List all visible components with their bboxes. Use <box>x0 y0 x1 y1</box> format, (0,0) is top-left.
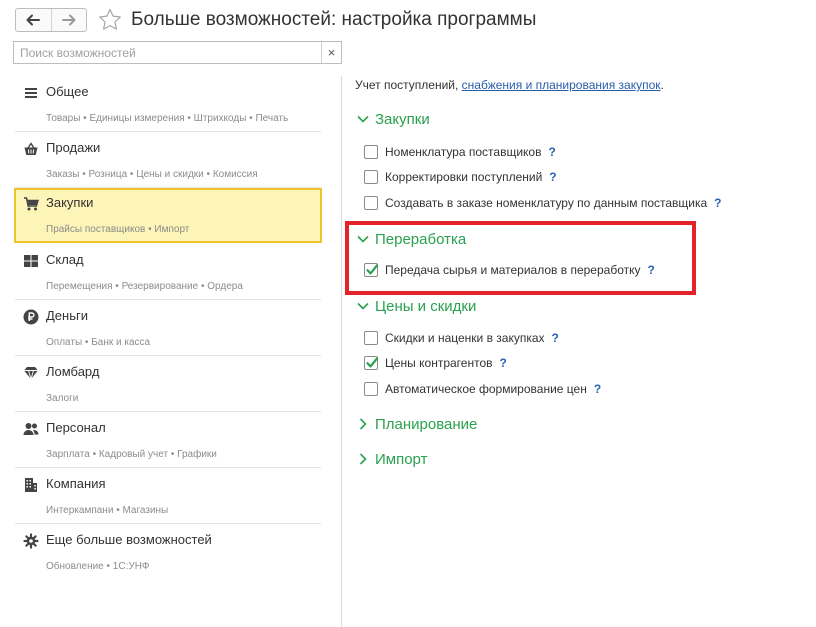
sidebar-item-title: Продажи <box>46 140 101 155</box>
navigation-buttons <box>15 8 87 32</box>
list-icon <box>23 85 39 101</box>
arrow-right-icon <box>61 14 76 26</box>
chevron-down-icon <box>357 302 369 310</box>
checkbox-checked[interactable] <box>364 356 379 370</box>
sidebar-item-title: Закупки <box>46 195 94 210</box>
option-raw-materials-transfer[interactable]: Передача сырья и материалов в переработк… <box>364 261 655 279</box>
ruble-icon <box>23 309 39 325</box>
section-header-purchases[interactable]: Закупки <box>356 109 430 129</box>
option-receipt-adjustments[interactable]: Корректировки поступлений ? <box>364 168 557 186</box>
sidebar-item-pawnshop[interactable]: Ломбард Залоги <box>14 357 322 412</box>
checkbox[interactable] <box>364 331 378 345</box>
sidebar-item-title: Общее <box>46 84 89 99</box>
sidebar: Общее Товары • Единицы измерения • Штрих… <box>0 76 342 627</box>
basket-icon <box>23 141 39 157</box>
sidebar-item-subtitle: Товары • Единицы измерения • Штрихкоды •… <box>46 113 289 124</box>
diamond-icon <box>23 365 39 381</box>
help-icon[interactable]: ? <box>647 263 654 277</box>
sidebar-item-warehouse[interactable]: Склад Перемещения • Резервирование • Орд… <box>14 245 322 300</box>
star-icon[interactable] <box>97 7 123 33</box>
checkbox[interactable] <box>364 145 378 159</box>
chevron-down-icon <box>357 235 369 243</box>
intro-label: Учет поступлений, <box>355 78 462 92</box>
section-title: Цены и скидки <box>375 297 477 315</box>
option-label: Номенклатура поставщиков <box>385 145 542 159</box>
sidebar-item-general[interactable]: Общее Товары • Единицы измерения • Штрих… <box>14 77 322 132</box>
help-icon[interactable]: ? <box>549 170 556 184</box>
option-label: Автоматическое формирование цен <box>385 382 587 396</box>
help-icon[interactable]: ? <box>548 145 555 159</box>
option-label: Цены контрагентов <box>385 356 493 370</box>
sidebar-item-subtitle: Интеркампани • Магазины <box>46 505 169 516</box>
help-icon[interactable]: ? <box>594 382 601 396</box>
section-header-prices[interactable]: Цены и скидки <box>356 296 476 316</box>
section-header-import[interactable]: Импорт <box>356 449 427 469</box>
search-clear-button[interactable]: × <box>321 42 341 63</box>
section-title: Импорт <box>375 450 428 468</box>
chevron-right-icon <box>359 418 367 430</box>
sidebar-item-title: Ломбард <box>46 364 100 379</box>
sidebar-item-title: Деньги <box>46 308 88 323</box>
section-title: Планирование <box>375 415 478 433</box>
help-icon[interactable]: ? <box>500 356 507 370</box>
option-auto-pricing[interactable]: Автоматическое формирование цен ? <box>364 380 601 398</box>
option-label: Создавать в заказе номенклатуру по данны… <box>385 196 708 210</box>
checkbox-checked[interactable] <box>364 263 379 277</box>
chevron-down-icon <box>357 115 369 123</box>
sidebar-item-subtitle: Заказы • Розница • Цены и скидки • Комис… <box>46 169 258 180</box>
gear-icon <box>23 533 39 549</box>
checkbox[interactable] <box>364 196 378 210</box>
sidebar-item-title: Склад <box>46 252 84 267</box>
checkbox[interactable] <box>364 170 378 184</box>
sidebar-item-subtitle: Прайсы поставщиков • Импорт <box>46 224 190 235</box>
help-icon[interactable]: ? <box>714 196 721 210</box>
arrow-left-icon <box>26 14 41 26</box>
sidebar-item-company[interactable]: Компания Интеркампани • Магазины <box>14 469 322 524</box>
sidebar-item-title: Еще больше возможностей <box>46 532 212 547</box>
sidebar-item-subtitle: Зарплата • Кадровый учет • Графики <box>46 449 217 460</box>
sidebar-item-more[interactable]: Еще больше возможностей Обновление • 1С:… <box>14 525 322 578</box>
forward-button[interactable] <box>50 9 87 31</box>
option-supplier-nomenclature[interactable]: Номенклатура поставщиков ? <box>364 143 556 161</box>
checkmark-icon <box>366 264 379 275</box>
sidebar-item-subtitle: Залоги <box>46 393 79 404</box>
sidebar-item-subtitle: Обновление • 1С:УНФ <box>46 561 150 572</box>
sidebar-item-sales[interactable]: Продажи Заказы • Розница • Цены и скидки… <box>14 133 322 188</box>
sidebar-item-subtitle: Перемещения • Резервирование • Ордера <box>46 281 243 292</box>
option-counterparty-prices[interactable]: Цены контрагентов ? <box>364 354 507 372</box>
cart-icon <box>23 196 39 212</box>
option-label: Передача сырья и материалов в переработк… <box>385 263 641 277</box>
help-icon[interactable]: ? <box>552 331 559 345</box>
company-icon <box>23 477 39 493</box>
option-label: Корректировки поступлений <box>385 170 543 184</box>
people-icon <box>23 421 39 437</box>
intro-link[interactable]: снабжения и планирования закупок <box>462 78 661 92</box>
chevron-right-icon <box>359 453 367 465</box>
intro-suffix: . <box>660 78 664 92</box>
option-create-nomenclature-in-order[interactable]: Создавать в заказе номенклатуру по данны… <box>364 194 722 212</box>
section-title: Переработка <box>375 230 467 248</box>
section-header-processing[interactable]: Переработка <box>356 229 466 249</box>
sidebar-item-purchases[interactable]: Закупки Прайсы поставщиков • Импорт <box>14 188 322 243</box>
option-purchase-discounts[interactable]: Скидки и наценки в закупках ? <box>364 329 559 347</box>
section-header-planning[interactable]: Планирование <box>356 414 477 434</box>
page-title: Больше возможностей: настройка программы <box>131 9 537 30</box>
section-title: Закупки <box>375 110 430 128</box>
warehouse-icon <box>23 253 39 269</box>
search-input[interactable] <box>14 42 321 63</box>
sidebar-item-personnel[interactable]: Персонал Зарплата • Кадровый учет • Граф… <box>14 413 322 468</box>
sidebar-item-title: Компания <box>46 476 106 491</box>
back-button[interactable] <box>16 9 51 31</box>
checkbox[interactable] <box>364 382 378 396</box>
search-box: × <box>13 41 342 64</box>
checkmark-icon <box>366 357 379 368</box>
sidebar-item-title: Персонал <box>46 420 106 435</box>
option-label: Скидки и наценки в закупках <box>385 331 545 345</box>
intro-text: Учет поступлений, снабжения и планирован… <box>355 77 664 93</box>
sidebar-item-money[interactable]: Деньги Оплаты • Банк и касса <box>14 301 322 356</box>
sidebar-item-subtitle: Оплаты • Банк и касса <box>46 337 151 348</box>
